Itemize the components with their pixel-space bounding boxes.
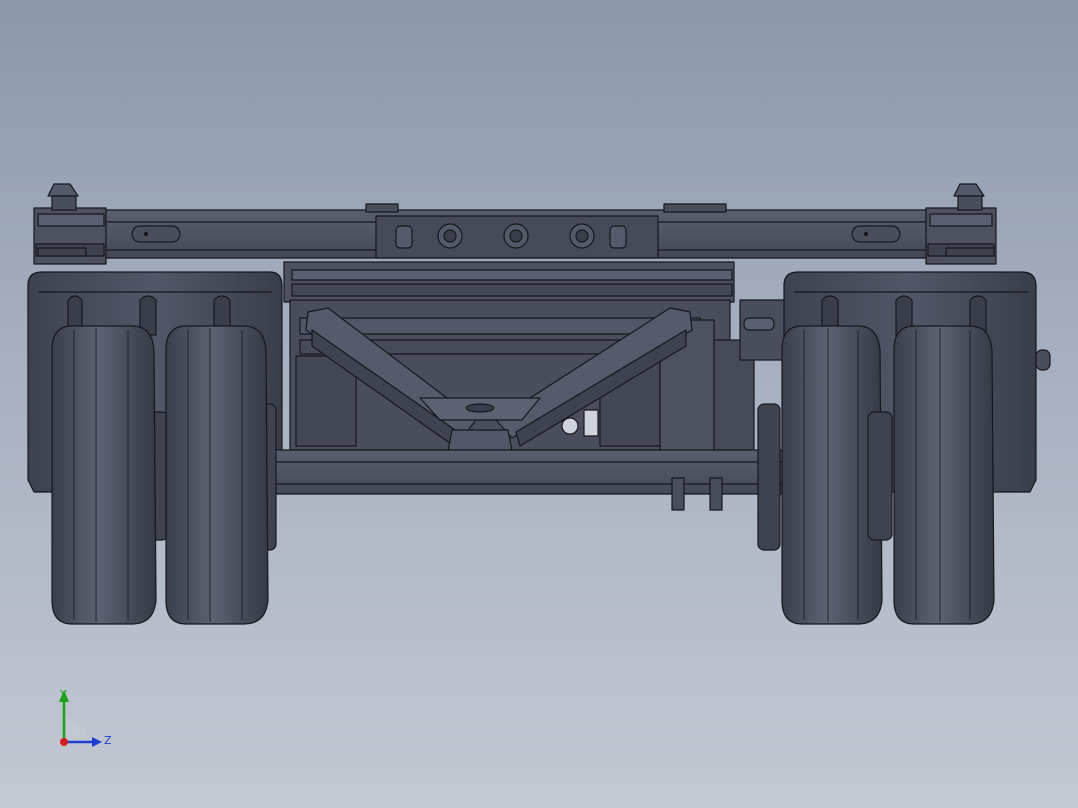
trailer-chassis-model[interactable]	[0, 0, 1078, 808]
x-axis-point	[60, 738, 68, 746]
left-inner-wheel	[165, 325, 277, 625]
lower-axle-beam	[271, 449, 793, 511]
orientation-triad[interactable]: Y Z	[50, 684, 120, 754]
y-axis-label: Y	[59, 688, 67, 701]
left-outer-wheel	[51, 325, 169, 625]
z-axis-label: Z	[104, 734, 112, 747]
cad-graphics-viewport[interactable]: Y Z	[0, 0, 1078, 808]
right-inner-wheel	[757, 325, 883, 625]
z-axis-arrowhead	[92, 737, 102, 747]
